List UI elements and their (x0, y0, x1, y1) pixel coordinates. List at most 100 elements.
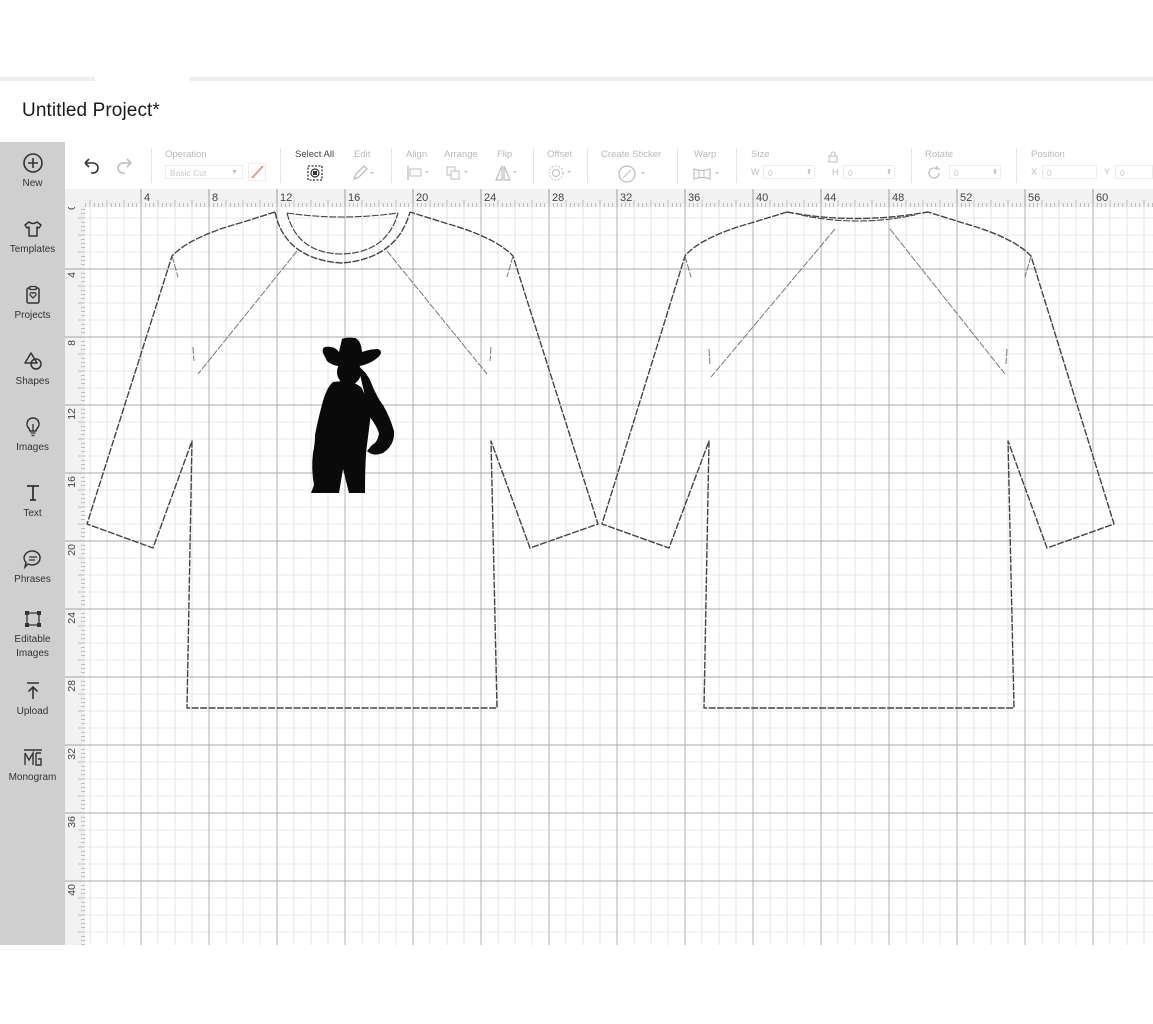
width-input[interactable]: 0 ⬍ (763, 165, 815, 179)
stepper-icon: ⬍ (886, 169, 892, 176)
sidebar-item-phrases[interactable]: Phrases (0, 548, 65, 587)
arrange-icon[interactable] (445, 165, 471, 181)
editable-image-icon (24, 611, 41, 627)
ruler-top-tick-label: 12 (280, 192, 292, 204)
sidebar-item-new[interactable]: New (0, 152, 65, 191)
operation-value: Basic Cut (170, 168, 207, 178)
width-value: 0 (768, 168, 773, 178)
x-position-input[interactable]: 0 (1042, 165, 1097, 179)
create-sticker-label: Create Sticker (601, 149, 662, 160)
toolbar-separator (1016, 149, 1017, 183)
rotate-value: 0 (954, 168, 959, 178)
canvas-grid[interactable]: 04812162024283236404448525660 0481216202… (65, 189, 1153, 945)
warp-icon[interactable] (692, 166, 724, 182)
text-t-icon (26, 485, 39, 501)
redo-icon (117, 158, 132, 174)
lightbulb-icon (25, 417, 40, 437)
ruler-top-tick-label: 28 (552, 192, 564, 204)
sidebar-item-label: Phrases (14, 574, 51, 585)
sidebar-item-label: New (22, 178, 43, 189)
upload-arrow-icon (26, 682, 39, 699)
ruler-top-bg (65, 189, 1153, 207)
toolbar-separator (587, 149, 588, 183)
sidebar-item-upload[interactable]: Upload (0, 680, 65, 719)
ruler-top-tick-label: 8 (212, 192, 218, 204)
speech-bubble-icon (22, 550, 41, 570)
arrange-label: Arrange (444, 149, 478, 160)
ruler-top-tick-label: 20 (416, 192, 428, 204)
ruler-top-tick-label: 4 (144, 192, 150, 204)
y-position-input[interactable]: 0 (1115, 165, 1153, 179)
ruler-left-tick-label: 8 (66, 340, 78, 346)
sidebar-item-monogram[interactable]: Monogram (0, 746, 65, 785)
sidebar-item-shapes[interactable]: Shapes (0, 350, 65, 389)
plus-circle-icon (22, 153, 43, 173)
align-icon[interactable] (406, 165, 432, 181)
tshirt-icon (23, 221, 42, 237)
sidebar-item-images[interactable]: Images (0, 416, 65, 455)
ruler-top-tick-label: 36 (688, 192, 700, 204)
shapes-icon (23, 352, 42, 370)
chevron-down-icon: ▼ (231, 169, 238, 176)
ruler-top-tick-label: 44 (824, 192, 836, 204)
rotate-input[interactable]: 0 ⬍ (949, 165, 1001, 179)
ruler-top-tick-label: 56 (1028, 192, 1040, 204)
rotate-label: Rotate (925, 149, 953, 160)
ruler-left-tick-label: 24 (66, 612, 78, 624)
ruler-left-tick-label: 4 (66, 272, 78, 278)
sidebar-item-label: Monogram (8, 772, 57, 783)
toolbar-separator (677, 149, 678, 183)
toolbar-separator (280, 149, 281, 183)
ruler-top-tick-label: 16 (348, 192, 360, 204)
ruler-left-tick-label: 20 (66, 544, 78, 556)
lock-icon[interactable] (827, 151, 839, 163)
left-sidebar: New Templates Projects Shapes Images Tex… (0, 142, 65, 945)
ruler-left-tick-label: 28 (66, 680, 78, 692)
height-input[interactable]: 0 ⬍ (843, 165, 895, 179)
toolbar-separator (391, 149, 392, 183)
design-canvas[interactable]: 04812162024283236404448525660 0481216202… (65, 189, 1153, 945)
sidebar-item-projects[interactable]: Projects (0, 284, 65, 323)
height-value: 0 (848, 168, 853, 178)
sidebar-item-label: Text (23, 508, 42, 519)
pencil-icon[interactable] (351, 164, 377, 182)
toolbar-separator (736, 149, 737, 183)
header-divider-right (190, 77, 1153, 81)
ruler-corner (65, 189, 85, 207)
sticker-icon[interactable] (617, 164, 649, 184)
sidebar-item-templates[interactable]: Templates (0, 218, 65, 257)
ruler-top-tick-label: 24 (484, 192, 496, 204)
offset-label: Offset (547, 149, 573, 160)
ruler-left-tick-label: 16 (66, 476, 78, 488)
ruler-top-tick-label: 52 (960, 192, 972, 204)
sidebar-item-editable-images[interactable]: Editable Images (0, 608, 65, 661)
project-title[interactable]: Untitled Project* (22, 100, 160, 122)
toolbar-separator (151, 149, 152, 183)
select-all-icon[interactable] (306, 164, 324, 182)
width-label: W (751, 167, 760, 177)
sidebar-item-text[interactable]: Text (0, 482, 65, 521)
height-label: H (832, 167, 839, 177)
edit-toolbar: Operation Basic Cut ▼ Select All Edit Al… (65, 142, 1153, 190)
sidebar-item-label: Upload (16, 706, 49, 717)
warp-label: Warp (694, 149, 717, 160)
undo-button[interactable] (79, 142, 103, 189)
y-label: Y (1104, 167, 1111, 177)
operation-label: Operation (165, 149, 207, 160)
ruler-left-tick-label: 36 (66, 816, 78, 828)
operation-select[interactable]: Basic Cut ▼ (165, 165, 243, 179)
flip-icon[interactable] (493, 164, 521, 182)
flip-label: Flip (497, 149, 513, 160)
align-label: Align (406, 149, 428, 160)
header-divider-left (0, 77, 95, 81)
position-label: Position (1031, 149, 1065, 160)
monogram-icon (23, 749, 42, 766)
x-label: X (1031, 167, 1038, 177)
ruler-top-tick-label: 32 (620, 192, 632, 204)
offset-icon[interactable] (547, 164, 575, 182)
redo-button[interactable] (113, 142, 137, 189)
toolbar-separator (533, 149, 534, 183)
toolbar-separator (911, 149, 912, 183)
x-position-value: 0 (1047, 168, 1052, 178)
pen-color-swatch-icon[interactable] (248, 163, 266, 181)
